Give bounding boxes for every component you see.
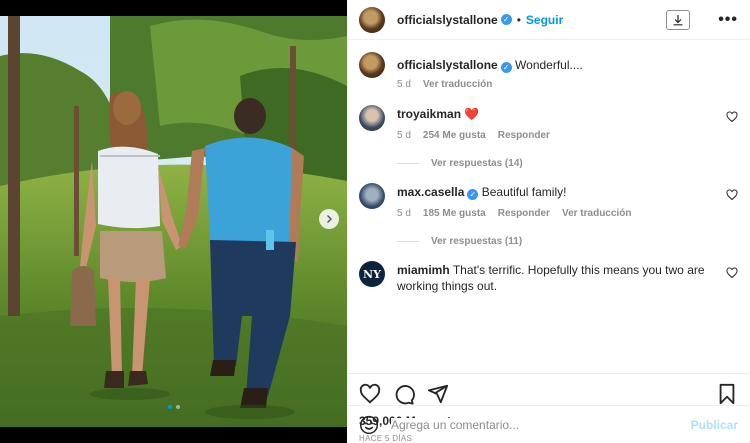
avatar[interactable]: NY <box>359 261 385 287</box>
view-replies-label: Ver respuestas (11) <box>431 236 523 247</box>
comment-item: troyaikman ❤️ 5 d 254 Me gusta Responder <box>359 105 738 144</box>
publish-button[interactable]: Publicar <box>691 418 738 432</box>
view-replies-label: Ver respuestas (14) <box>431 158 523 169</box>
comment-text: Beautiful family! <box>481 185 567 199</box>
comment-icon[interactable] <box>393 383 415 405</box>
download-icon <box>673 14 683 25</box>
add-comment-bar: Publicar <box>347 405 750 443</box>
caption-text: Wonderful.... <box>515 58 583 72</box>
reply-button[interactable]: Responder <box>498 128 550 144</box>
comment-username[interactable]: max.casella <box>397 185 464 199</box>
post-details-panel: officialslystallone ✓ • Seguir ••• offic… <box>347 0 750 443</box>
post-photo-panel <box>0 0 347 443</box>
carousel-dot <box>175 405 180 409</box>
view-replies-button[interactable]: Ver respuestas (14) <box>397 158 738 169</box>
verified-badge-icon: ✓ <box>500 14 512 25</box>
comments-list: officialslystallone ✓ Wonderful.... 5 d V… <box>347 40 750 374</box>
reply-button[interactable]: Responder <box>498 206 550 222</box>
comment-item: max.casella ✓ Beautiful family! 5 d 185 M… <box>359 183 738 222</box>
post-photo <box>0 16 347 427</box>
carousel-indicator <box>167 405 180 409</box>
avatar[interactable] <box>359 52 385 78</box>
translate-link[interactable]: Ver traducción <box>562 206 631 222</box>
verified-badge-icon: ✓ <box>467 189 479 200</box>
separator: • <box>516 12 521 27</box>
avatar[interactable] <box>359 105 385 131</box>
comment-time: 5 d <box>397 208 411 219</box>
header-username[interactable]: officialslystallone <box>397 13 498 27</box>
comment-emoji: ❤️ <box>464 107 480 121</box>
chevron-right-icon <box>327 215 332 223</box>
post-header: officialslystallone ✓ • Seguir ••• <box>347 0 750 40</box>
more-icon[interactable]: ••• <box>718 11 738 29</box>
carousel-dot <box>167 405 172 409</box>
instagram-post-modal: officialslystallone ✓ • Seguir ••• offic… <box>0 0 750 443</box>
next-slide-button[interactable] <box>319 209 339 229</box>
comment-item: NY miamimh That's terrific. Hopefully th… <box>359 261 738 294</box>
comment-username[interactable]: miamimh <box>397 263 450 277</box>
translate-link[interactable]: Ver traducción <box>423 77 492 93</box>
heart-icon[interactable] <box>726 267 738 279</box>
avatar[interactable] <box>359 6 385 33</box>
verified-badge-icon: ✓ <box>500 62 512 73</box>
view-replies-button[interactable]: Ver respuestas (11) <box>397 236 738 247</box>
caption-username[interactable]: officialslystallone <box>397 58 498 72</box>
download-button[interactable] <box>666 9 691 30</box>
avatar[interactable] <box>359 183 385 209</box>
comment-input[interactable] <box>391 417 691 432</box>
heart-icon[interactable] <box>359 383 381 405</box>
heart-icon[interactable] <box>726 189 738 201</box>
heart-icon[interactable] <box>726 111 738 123</box>
comment-time: 5 d <box>397 130 411 141</box>
comment-likes[interactable]: 254 Me gusta <box>423 128 486 144</box>
comment-username[interactable]: troyaikman <box>397 107 461 121</box>
bookmark-icon[interactable] <box>716 383 738 405</box>
follow-button[interactable]: Seguir <box>526 13 563 27</box>
comment-likes[interactable]: 185 Me gusta <box>423 206 486 222</box>
caption: officialslystallone ✓ Wonderful.... 5 d V… <box>359 52 738 93</box>
emoji-icon[interactable] <box>359 415 379 435</box>
share-icon[interactable] <box>427 383 449 405</box>
caption-time: 5 d <box>397 79 411 90</box>
